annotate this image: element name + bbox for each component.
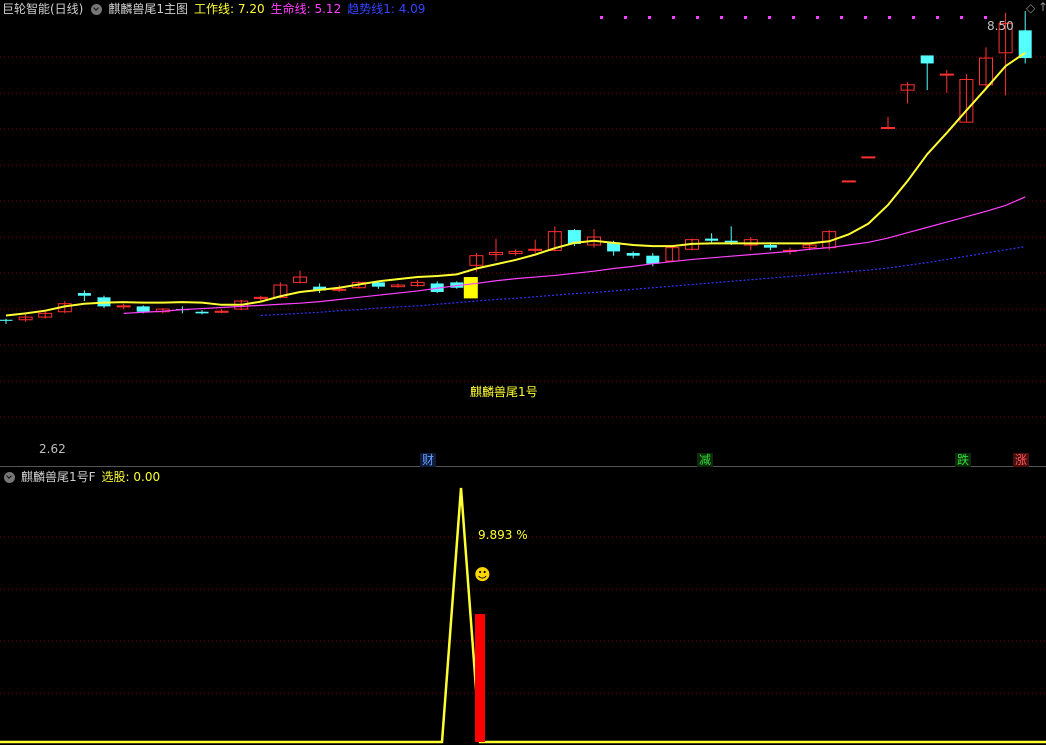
candle-body-32	[626, 253, 640, 256]
sub-signal-line	[0, 487, 1046, 744]
top-dot	[768, 16, 771, 19]
work-line	[5, 51, 1026, 317]
smiley-icon: ☻	[474, 565, 491, 584]
top-dot	[888, 16, 891, 19]
work-line-label: 工作线: 7.20	[194, 2, 265, 16]
marker-1: 减	[697, 453, 714, 467]
top-dot	[744, 16, 747, 19]
candle-body-44	[861, 156, 876, 159]
top-dot	[696, 16, 699, 19]
candle-body-37	[724, 240, 738, 243]
life-line	[123, 196, 1026, 314]
candle-body-17	[332, 288, 347, 291]
candle-body-36	[705, 238, 719, 241]
sub-header: 麒麟兽尾1号F 选股: 0.00	[0, 468, 160, 486]
candle-body-47	[920, 55, 934, 64]
pick-label: 选股: 0.00	[101, 470, 161, 484]
chevron-down-icon[interactable]	[91, 3, 103, 15]
marker-3: 涨	[1013, 453, 1030, 467]
candle-body-48	[939, 73, 954, 76]
sub-indicator-name[interactable]: 麒麟兽尾1号F	[21, 468, 96, 486]
top-dot	[840, 16, 843, 19]
indicator-name[interactable]: 麒麟兽尾1主图	[108, 0, 188, 18]
marker-2: 跌	[955, 453, 972, 467]
candle-body-39	[763, 245, 777, 248]
top-dot	[912, 16, 915, 19]
candle-body-0	[0, 319, 13, 321]
candle-body-10	[195, 311, 209, 314]
top-dot	[960, 16, 963, 19]
top-dot	[816, 16, 819, 19]
high-price-label: 8.50	[987, 19, 1014, 33]
candle-body-4	[77, 293, 91, 296]
marker-0: 财	[420, 453, 437, 467]
top-dot	[648, 16, 651, 19]
life-line-label: 生命线: 5.12	[270, 2, 342, 16]
app-title: 巨轮智能(日线)	[2, 2, 84, 16]
top-dot	[672, 16, 675, 19]
top-dot	[936, 16, 939, 19]
chart-canvas	[0, 11, 1046, 744]
main-header: 巨轮智能(日线) 麒麟兽尾1主图 工作线: 7.20 生命线: 5.12 趋势线…	[0, 0, 425, 18]
trend-line-label: 趋势线1: 4.09	[347, 2, 426, 16]
candle-body-45	[881, 127, 895, 130]
candle-body-43	[841, 180, 856, 183]
top-dot	[720, 16, 723, 19]
signal-label: 麒麟兽尾1号	[470, 385, 538, 399]
percent-label: 9.893 %	[478, 528, 528, 542]
sub-signal-bar	[475, 614, 485, 742]
top-dot	[600, 16, 603, 19]
up-arrow-icon[interactable]: ↑	[1036, 0, 1046, 14]
top-dot	[624, 16, 627, 19]
candle-body-6	[116, 305, 131, 308]
chevron-down-icon[interactable]	[4, 471, 15, 483]
candle-body-7	[136, 306, 150, 312]
candle-body-33	[646, 255, 660, 264]
top-dot	[864, 16, 867, 19]
top-dot	[792, 16, 795, 19]
signal-candle	[463, 277, 478, 299]
low-price-label: 2.62	[39, 442, 66, 456]
